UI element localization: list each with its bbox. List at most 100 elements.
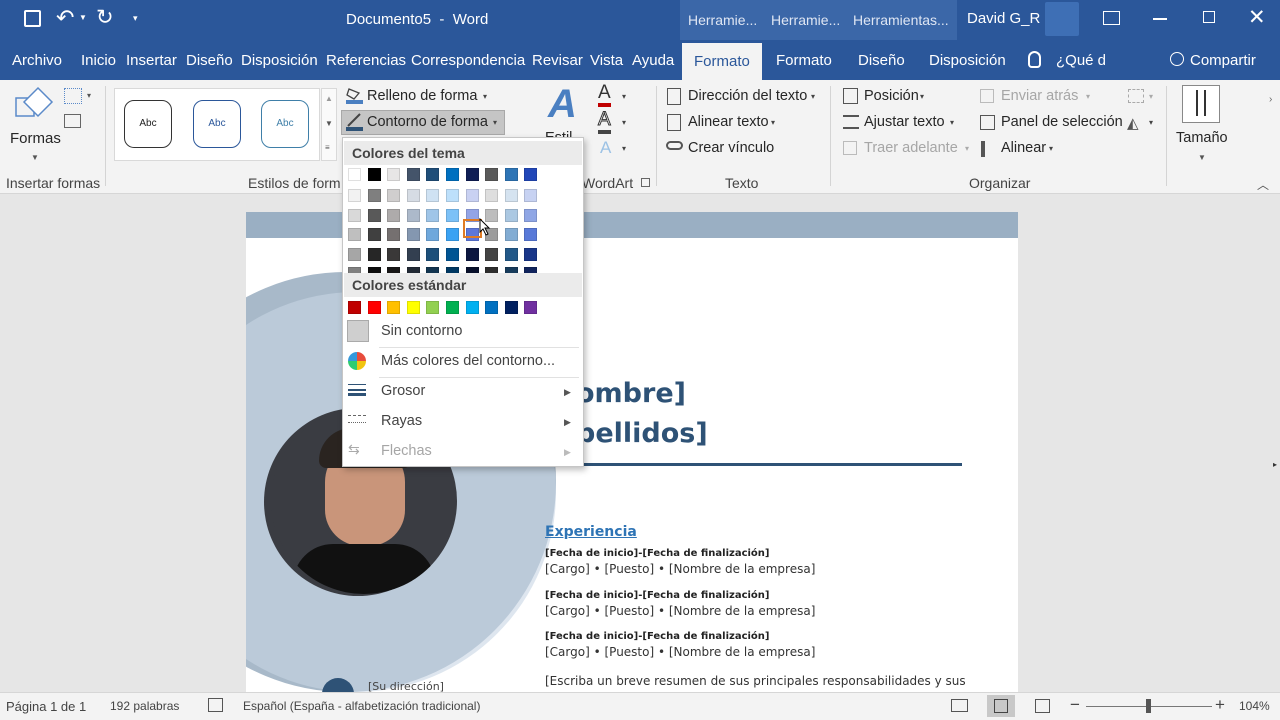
standard-color-swatch[interactable] xyxy=(406,301,420,314)
theme-color-tint-swatch[interactable] xyxy=(485,247,499,261)
wordart-a-icon[interactable]: A xyxy=(548,82,577,127)
tab-diseno[interactable]: Diseño xyxy=(186,40,233,80)
undo-dropdown-icon[interactable]: ▼ xyxy=(79,13,87,22)
name-line-1[interactable]: ombre] xyxy=(576,378,686,409)
no-outline-item[interactable]: Sin contorno xyxy=(381,323,462,339)
undo-icon[interactable]: ↶ xyxy=(56,5,74,31)
shape-fill-dropdown-icon[interactable]: ▾ xyxy=(483,92,487,101)
theme-color-tint-swatch[interactable] xyxy=(367,189,381,202)
theme-color-tint-swatch[interactable] xyxy=(465,189,479,202)
restore-icon[interactable] xyxy=(1203,11,1215,23)
job1-position[interactable]: [Cargo] • [Puesto] • [Nombre de la empre… xyxy=(545,562,815,576)
tell-me-search[interactable]: ¿Qué d xyxy=(1056,40,1106,80)
theme-color-swatch[interactable] xyxy=(387,168,401,181)
job3-dates[interactable]: [Fecha de inicio]-[Fecha de finalización… xyxy=(545,631,770,642)
theme-color-swatch[interactable] xyxy=(465,168,479,181)
theme-color-tint-swatch[interactable] xyxy=(485,189,499,202)
theme-color-swatch[interactable] xyxy=(367,168,381,181)
address-text[interactable]: [Su dirección] xyxy=(368,680,444,692)
tab-disposicion[interactable]: Disposición xyxy=(241,40,318,80)
theme-color-tint-swatch[interactable] xyxy=(426,208,440,222)
text-outline-dropdown-icon[interactable]: ▾ xyxy=(622,118,626,127)
tab-revisar[interactable]: Revisar xyxy=(532,40,583,80)
standard-color-swatch[interactable] xyxy=(367,301,381,314)
theme-color-tint-swatch[interactable] xyxy=(387,247,401,261)
standard-color-swatch[interactable] xyxy=(504,301,518,314)
shape-style-2[interactable]: Abc xyxy=(193,100,241,148)
group-objects-icon[interactable] xyxy=(1128,89,1144,103)
proofing-icon[interactable] xyxy=(208,698,223,712)
tab-vista[interactable]: Vista xyxy=(590,40,623,80)
theme-color-tint-swatch[interactable] xyxy=(524,208,538,222)
shape-fill-button[interactable]: Relleno de forma xyxy=(367,88,477,104)
send-backward-dropdown-icon[interactable]: ▾ xyxy=(1086,92,1090,101)
minimize-icon[interactable] xyxy=(1153,18,1167,20)
text-outline-icon[interactable]: A xyxy=(598,109,611,134)
theme-color-tint-swatch[interactable] xyxy=(406,228,420,241)
shape-outline-dropdown-icon[interactable]: ▾ xyxy=(493,118,497,127)
text-box-icon[interactable] xyxy=(64,114,81,128)
zoom-slider-thumb[interactable] xyxy=(1146,699,1151,713)
standard-color-swatch[interactable] xyxy=(465,301,479,314)
tab-diseno-table[interactable]: Diseño xyxy=(858,40,905,80)
shapes-dropdown-icon[interactable]: ▼ xyxy=(31,153,39,162)
theme-color-tint-swatch[interactable] xyxy=(406,189,420,202)
wrap-text-button[interactable]: Ajustar texto xyxy=(864,114,945,130)
share-button[interactable]: Compartir xyxy=(1190,40,1256,80)
tab-formato-drawing[interactable]: Formato xyxy=(682,43,762,80)
page-count[interactable]: Página 1 de 1 xyxy=(6,699,86,714)
shape-style-1[interactable]: Abc xyxy=(124,100,172,148)
theme-color-tint-swatch[interactable] xyxy=(426,247,440,261)
theme-color-tint-swatch[interactable] xyxy=(348,247,361,261)
group-objects-dropdown-icon[interactable]: ▾ xyxy=(1149,92,1153,101)
customize-toolbar-icon[interactable]: ▾ xyxy=(133,13,138,24)
zoom-level[interactable]: 104% xyxy=(1239,699,1270,713)
theme-color-tint-swatch[interactable] xyxy=(387,228,401,241)
collapse-ribbon-icon[interactable]: ︿ xyxy=(1257,176,1269,193)
theme-color-swatch[interactable] xyxy=(485,168,499,181)
theme-color-tint-swatch[interactable] xyxy=(446,208,459,222)
theme-color-swatch[interactable] xyxy=(524,168,538,181)
close-icon[interactable]: ✕ xyxy=(1248,5,1266,30)
zoom-out-icon[interactable]: − xyxy=(1070,695,1080,715)
theme-color-tint-swatch[interactable] xyxy=(406,247,420,261)
weight-item[interactable]: Grosor xyxy=(381,383,425,399)
theme-color-tint-swatch[interactable] xyxy=(504,247,518,261)
redo-icon[interactable]: ↻ xyxy=(96,5,114,30)
job2-dates[interactable]: [Fecha de inicio]-[Fecha de finalización… xyxy=(545,590,770,601)
tab-referencias[interactable]: Referencias xyxy=(326,40,406,80)
tab-insertar[interactable]: Insertar xyxy=(126,40,177,80)
theme-color-tint-swatch[interactable] xyxy=(367,208,381,222)
bring-forward-button[interactable]: Traer adelante xyxy=(864,140,958,156)
theme-color-tint-swatch[interactable] xyxy=(524,228,538,241)
theme-color-swatch[interactable] xyxy=(426,168,440,181)
standard-color-swatch[interactable] xyxy=(524,301,538,314)
theme-color-tint-swatch[interactable] xyxy=(504,189,518,202)
job1-dates[interactable]: [Fecha de inicio]-[Fecha de finalización… xyxy=(545,548,770,559)
theme-color-tint-swatch[interactable] xyxy=(524,189,538,202)
standard-color-swatch[interactable] xyxy=(446,301,459,314)
text-fill-icon[interactable]: A xyxy=(598,83,611,107)
ribbon-display-options-icon[interactable] xyxy=(1103,11,1120,25)
gallery-up-icon[interactable]: ▲ xyxy=(325,94,333,103)
wrap-text-dropdown-icon[interactable]: ▾ xyxy=(950,118,954,127)
theme-color-tint-swatch[interactable] xyxy=(426,228,440,241)
tab-disposicion-table[interactable]: Disposición xyxy=(929,40,1006,80)
text-fill-dropdown-icon[interactable]: ▾ xyxy=(622,92,626,101)
text-effects-dropdown-icon[interactable]: ▾ xyxy=(622,144,626,153)
language-status[interactable]: Español (España - alfabetización tradici… xyxy=(243,699,480,713)
shapes-button[interactable]: Formas xyxy=(10,130,61,147)
position-button[interactable]: Posición xyxy=(864,88,919,104)
theme-color-tint-swatch[interactable] xyxy=(348,189,361,202)
arrows-item[interactable]: Flechas xyxy=(381,443,432,459)
more-outline-colors-item[interactable]: Más colores del contorno... xyxy=(381,353,555,369)
text-direction-button[interactable]: Dirección del texto xyxy=(688,88,807,104)
theme-color-swatch[interactable] xyxy=(348,168,361,181)
save-icon[interactable] xyxy=(24,10,41,27)
avatar[interactable] xyxy=(1045,2,1079,36)
tab-correspondencia[interactable]: Correspondencia xyxy=(411,40,525,80)
tab-archivo[interactable]: Archivo xyxy=(12,40,62,80)
zoom-in-icon[interactable]: + xyxy=(1215,695,1225,715)
theme-color-tint-swatch[interactable] xyxy=(465,247,479,261)
context-tab-label-3[interactable]: Herramientas... xyxy=(845,0,957,40)
